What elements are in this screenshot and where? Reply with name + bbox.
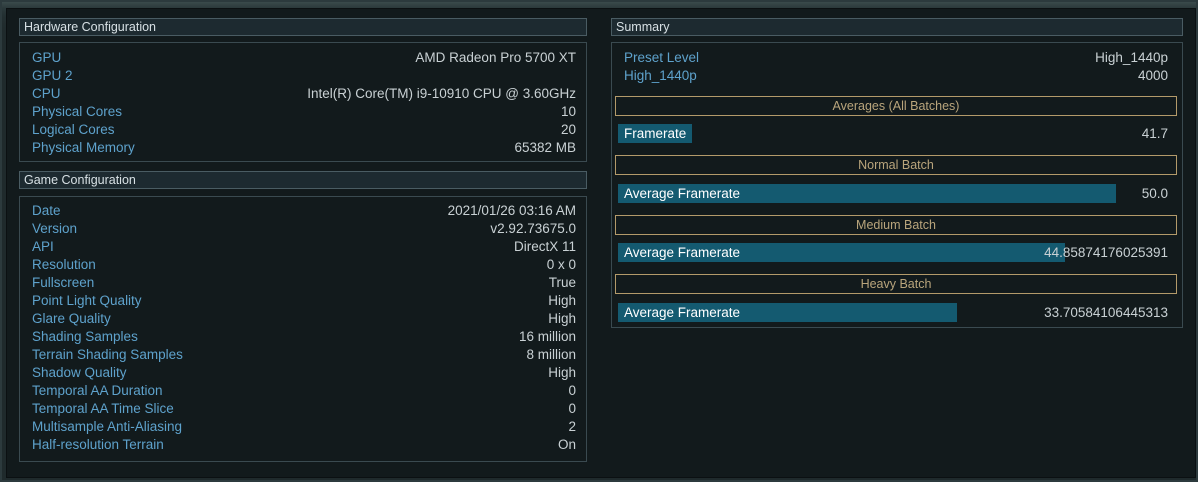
averages-framerate-label: Framerate — [624, 126, 687, 141]
game-config-label: Temporal AA Time Slice — [32, 401, 174, 416]
hardware-config-row: GPU AMD Radeon Pro 5700 XT — [32, 49, 576, 67]
hardware-config-label: GPU — [32, 50, 62, 65]
game-config-value: 0 — [568, 383, 576, 398]
averages-framerate-value: 41.7 — [1141, 126, 1168, 141]
game-config-value: 0 x 0 — [546, 257, 576, 272]
hardware-config-row: CPU Intel(R) Core(TM) i9-10910 CPU @ 3.60… — [32, 85, 576, 103]
score-row: High_1440p 4000 — [624, 67, 1168, 85]
game-config-row: Temporal AA Time Slice 0 — [32, 400, 576, 418]
preset-level-value: High_1440p — [1095, 50, 1168, 65]
score-value: 4000 — [1137, 68, 1168, 83]
hardware-config-header: Hardware Configuration — [19, 18, 587, 36]
game-config-row: Fullscreen True — [32, 274, 576, 292]
heavy-batch-row: Average Framerate 33.70584106445313 — [618, 303, 1170, 323]
game-config-row: Glare Quality High — [32, 310, 576, 328]
averages-heading: Averages (All Batches) — [615, 96, 1177, 116]
game-config-header: Game Configuration — [19, 171, 587, 189]
medium-batch-label: Average Framerate — [624, 245, 741, 260]
normal-batch-heading: Normal Batch — [615, 155, 1177, 175]
hardware-config-label: GPU 2 — [32, 68, 73, 83]
hardware-config-row: Logical Cores 20 — [32, 121, 576, 139]
game-config-value: 2021/01/26 03:16 AM — [447, 203, 576, 218]
game-config-row: API DirectX 11 — [32, 238, 576, 256]
hardware-config-value: 20 — [560, 122, 576, 137]
game-config-value: 2 — [568, 419, 576, 434]
game-config-value: DirectX 11 — [513, 239, 576, 254]
hardware-config-row: Physical Memory 65382 MB — [32, 139, 576, 157]
summary-header: Summary — [611, 18, 1183, 36]
hardware-config-value: 65382 MB — [514, 140, 576, 155]
medium-batch-row: Average Framerate 44.85874176025391 — [618, 243, 1170, 263]
game-config-label: Point Light Quality — [32, 293, 142, 308]
preset-level-row: Preset Level High_1440p — [624, 49, 1168, 67]
game-config-value: 8 million — [526, 347, 576, 362]
game-config-row: Shadow Quality High — [32, 364, 576, 382]
game-config-value: 16 million — [518, 329, 576, 344]
app-frame: Hardware Configuration Game Configuratio… — [0, 0, 1198, 482]
hardware-config-label: Logical Cores — [32, 122, 115, 137]
game-config-label: Resolution — [32, 257, 96, 272]
game-config-label: Terrain Shading Samples — [32, 347, 183, 362]
game-config-row: Half-resolution Terrain On — [32, 436, 576, 454]
game-config-row: Version v2.92.73675.0 — [32, 220, 576, 238]
normal-batch-value: 50.0 — [1141, 186, 1168, 201]
game-config-label: Version — [32, 221, 78, 236]
normal-batch-row: Average Framerate 50.0 — [618, 184, 1170, 204]
game-config-label: API — [32, 239, 54, 254]
normal-batch-label: Average Framerate — [624, 186, 741, 201]
game-config-value: On — [557, 437, 576, 452]
heavy-batch-value: 33.70584106445313 — [1044, 305, 1168, 320]
heavy-batch-label: Average Framerate — [624, 305, 741, 320]
preset-level-label: Preset Level — [624, 50, 700, 65]
game-config-value: High — [548, 311, 576, 326]
game-config-label: Shading Samples — [32, 329, 138, 344]
game-config-row: Temporal AA Duration 0 — [32, 382, 576, 400]
hardware-config-value: AMD Radeon Pro 5700 XT — [415, 50, 576, 65]
game-config-row: Point Light Quality High — [32, 292, 576, 310]
hardware-config-row: Physical Cores 10 — [32, 103, 576, 121]
game-config-value: High — [548, 293, 576, 308]
game-config-value: True — [548, 275, 576, 290]
heavy-batch-heading: Heavy Batch — [615, 274, 1177, 294]
hardware-config-label: CPU — [32, 86, 61, 101]
hardware-config-label: Physical Cores — [32, 104, 123, 119]
score-label: High_1440p — [624, 68, 697, 83]
hardware-config-value: Intel(R) Core(TM) i9-10910 CPU @ 3.60GHz — [307, 86, 576, 101]
game-config-label: Multisample Anti-Aliasing — [32, 419, 183, 434]
game-config-label: Glare Quality — [32, 311, 111, 326]
game-config-label: Date — [32, 203, 61, 218]
game-config-label: Temporal AA Duration — [32, 383, 163, 398]
medium-batch-heading: Medium Batch — [615, 215, 1177, 235]
hardware-config-label: Physical Memory — [32, 140, 135, 155]
game-config-label: Shadow Quality — [32, 365, 127, 380]
game-config-value: v2.92.73675.0 — [490, 221, 576, 236]
hardware-config-value: 10 — [560, 104, 576, 119]
hardware-config-row: GPU 2 — [32, 67, 576, 85]
medium-batch-value: 44.85874176025391 — [1044, 245, 1168, 260]
game-config-row: Shading Samples 16 million — [32, 328, 576, 346]
game-config-value: High — [548, 365, 576, 380]
game-config-label: Half-resolution Terrain — [32, 437, 164, 452]
game-config-row: Terrain Shading Samples 8 million — [32, 346, 576, 364]
averages-framerate-row: Framerate 41.7 — [618, 124, 1170, 144]
game-config-label: Fullscreen — [32, 275, 95, 290]
game-config-row: Date 2021/01/26 03:16 AM — [32, 202, 576, 220]
game-config-value: 0 — [568, 401, 576, 416]
game-config-row: Multisample Anti-Aliasing 2 — [32, 418, 576, 436]
game-config-row: Resolution 0 x 0 — [32, 256, 576, 274]
